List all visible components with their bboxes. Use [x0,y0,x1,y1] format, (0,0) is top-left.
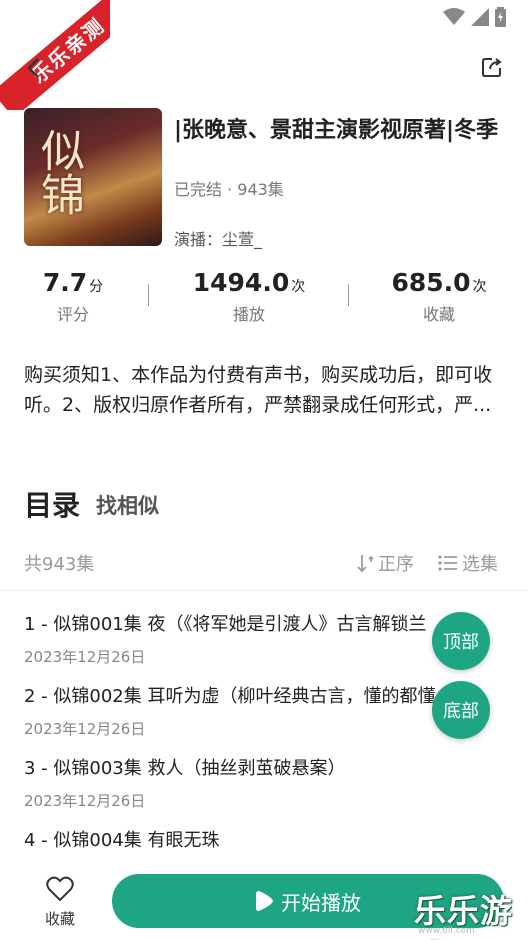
signal-icon [471,8,489,26]
scroll-top-button[interactable]: 顶部 [432,612,490,670]
stat-divider [148,284,149,306]
start-play-label: 开始播放 [281,890,361,915]
book-narrator: 演播：尘萱_ [174,230,263,249]
book-cover: 似锦 [24,108,162,246]
favorite-label: 收藏 [44,910,75,928]
share-icon[interactable] [480,55,504,79]
episode-date: 2023年12月26日 [24,648,146,666]
stat-rating: 7.7 分 评分 [0,268,158,325]
stat-divider [348,284,349,306]
scroll-bottom-button[interactable]: 底部 [432,681,490,739]
watermark-url: www.6ll.com [418,926,475,936]
episode-item[interactable]: 4 - 似锦004集 有眼无珠 [24,826,504,862]
stat-rating-unit: 分 [89,279,104,295]
sort-icon [357,555,374,573]
favorite-button[interactable]: 收藏 [34,876,86,929]
wifi-icon [443,8,465,25]
episode-count: 共943集 [24,554,95,575]
find-similar-tab[interactable]: 找相似 [96,490,159,520]
episode-title: 4 - 似锦004集 有眼无珠 [24,830,220,851]
watermark-ribbon: 乐乐亲测 [0,0,110,110]
stat-favorites-label: 收藏 [422,305,455,324]
select-episodes-button[interactable]: 选集 [438,550,498,576]
book-cover-title: 似锦 [33,128,84,216]
watermark-ribbon-text: 乐乐亲测 [0,0,110,110]
status-icons [443,7,506,27]
episode-title: 1 - 似锦001集 夜（《将军她是引渡人》古言解锁兰 [24,614,427,635]
sort-label: 正序 [378,554,414,575]
stat-favorites-value: 685.0 [391,268,471,297]
stat-plays-label: 播放 [232,305,265,324]
episode-date: 2023年12月26日 [24,792,146,810]
episode-item[interactable]: 3 - 似锦003集 救人（抽丝剥茧破悬案） 2023年12月26日 [24,754,504,811]
episode-date: 2023年12月26日 [24,720,146,738]
stat-rating-label: 评分 [56,305,89,324]
catalog-divider [0,590,528,591]
sort-button[interactable]: 正序 [356,550,414,576]
book-title: |张晚意、景甜主演影视原著|冬季 [174,118,499,143]
stat-rating-value: 7.7 [42,268,88,297]
battery-icon [495,7,506,27]
stat-plays: 1494.0 次 播放 [164,268,334,325]
stat-plays-value: 1494.0 [192,268,290,297]
stat-favorites: 685.0 次 收藏 [354,268,524,325]
catalog-title: 目录 [24,489,81,522]
select-label: 选集 [462,554,498,575]
stat-plays-unit: 次 [291,279,306,295]
book-description[interactable]: 购买须知1、本作品为付费有声书，购买成功后，即可收听。2、版权归原作者所有，严禁… [24,360,504,420]
back-icon[interactable] [22,56,46,80]
book-status: 已完结 · 943集 [174,180,284,199]
episode-title: 3 - 似锦003集 救人（抽丝剥茧破悬案） [24,758,346,779]
play-icon [256,891,273,911]
list-icon [438,555,457,571]
heart-icon [46,876,74,902]
stat-favorites-unit: 次 [472,279,487,295]
